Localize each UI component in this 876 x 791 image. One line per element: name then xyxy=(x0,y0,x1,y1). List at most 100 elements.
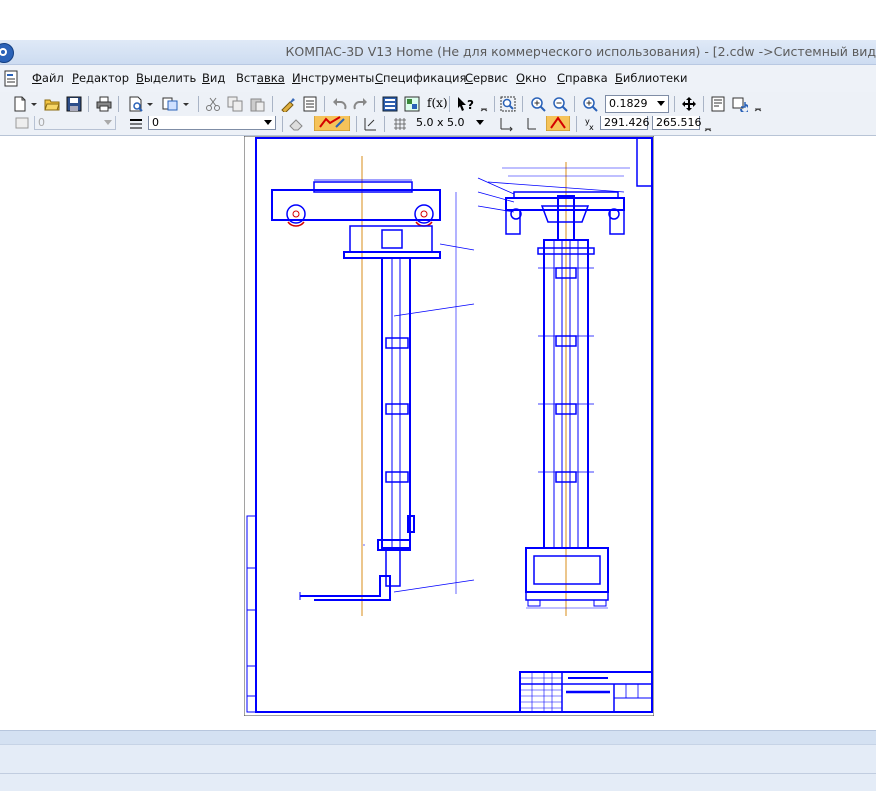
grid-step-select[interactable]: 5.0 x 5.0 xyxy=(412,116,488,130)
svg-text:?: ? xyxy=(467,98,474,112)
redo-icon[interactable] xyxy=(352,96,368,112)
menu-libraries[interactable]: Библиотеки xyxy=(615,71,688,85)
manager-icon[interactable] xyxy=(162,96,178,112)
menu-specification-label: пецификация xyxy=(383,71,467,85)
layer-select-dropdown-icon xyxy=(104,120,112,125)
menu-edit-label: едактор xyxy=(78,71,129,85)
toolbar-separator xyxy=(88,96,89,112)
toolbar-separator xyxy=(282,116,283,132)
toolbar-separator xyxy=(272,96,273,112)
toolbar-separator xyxy=(384,116,385,132)
menu-view-label: ид xyxy=(209,71,226,85)
menu-specification[interactable]: Спецификация xyxy=(375,71,466,85)
toolbar-overflow-icon[interactable] xyxy=(704,118,712,134)
toolbar-overflow-icon[interactable] xyxy=(754,96,762,112)
document-menu-icon[interactable] xyxy=(2,70,20,88)
menu-insert-label: авка xyxy=(256,71,285,85)
manager-dropdown-icon[interactable] xyxy=(182,96,190,112)
layer-state-icon[interactable] xyxy=(14,116,30,132)
toolbar-separator xyxy=(374,96,375,112)
menu-file[interactable]: Файл xyxy=(32,71,64,85)
refresh-view-icon[interactable] xyxy=(710,96,726,112)
new-document-icon[interactable] xyxy=(12,96,28,112)
coordinate-y-value: 265.516 xyxy=(656,116,702,129)
menu-libraries-label: иблиотеки xyxy=(622,71,688,85)
toolbar-separator xyxy=(449,96,450,112)
print-icon[interactable] xyxy=(96,96,112,112)
grid-icon[interactable] xyxy=(392,116,408,132)
menu-view[interactable]: Вид xyxy=(202,71,225,85)
layer-select[interactable]: 0 xyxy=(34,116,116,130)
coordinate-x-field[interactable]: 291.426 xyxy=(600,116,650,130)
menu-select[interactable]: Выделить xyxy=(136,71,196,85)
toolbar-separator xyxy=(522,96,523,112)
menu-window-hotkey: О xyxy=(516,71,526,85)
toolbar-overflow-icon[interactable] xyxy=(480,96,488,112)
menu-service-label: ервис xyxy=(473,71,508,85)
snap-toggle-icon[interactable] xyxy=(546,116,570,131)
copy-properties-icon[interactable] xyxy=(280,96,296,112)
standard-toolbar: f(x) ? 0.1829 xyxy=(0,92,876,116)
clear-icon[interactable] xyxy=(288,116,304,132)
help-pointer-icon[interactable]: ? xyxy=(456,96,476,112)
toolbar-separator xyxy=(198,96,199,112)
cut-icon[interactable] xyxy=(205,96,221,112)
style-icon[interactable] xyxy=(128,116,144,132)
copy-icon[interactable] xyxy=(227,96,243,112)
regenerate-icon[interactable] xyxy=(732,96,748,112)
svg-text:x: x xyxy=(589,123,594,132)
local-cs-icon[interactable] xyxy=(498,116,514,132)
variables-icon[interactable] xyxy=(404,96,420,112)
toolbar-separator xyxy=(576,116,577,132)
menu-window[interactable]: Окно xyxy=(516,71,547,85)
new-document-dropdown-icon[interactable] xyxy=(30,96,38,112)
sheet-frame xyxy=(244,136,654,716)
menu-libraries-hotkey: Б xyxy=(615,71,623,85)
undo-icon[interactable] xyxy=(332,96,348,112)
round-off-toggle-icon[interactable] xyxy=(314,116,350,131)
ortho-icon[interactable] xyxy=(362,116,378,132)
kompas-app-icon[interactable] xyxy=(0,43,14,63)
zoom-out-icon[interactable] xyxy=(552,96,568,112)
toolbar-separator xyxy=(494,96,495,112)
zoom-in-icon[interactable] xyxy=(530,96,546,112)
menu-edit[interactable]: Редактор xyxy=(72,71,129,85)
menu-help-label: правка xyxy=(565,71,608,85)
zoom-scale-select[interactable]: 0.1829 xyxy=(605,95,669,113)
save-icon[interactable] xyxy=(66,96,82,112)
menu-service-hotkey: С xyxy=(465,71,474,85)
style-select[interactable]: 0 xyxy=(148,116,276,130)
paste-icon[interactable] xyxy=(249,96,265,112)
snap-icon[interactable] xyxy=(524,116,540,132)
pan-icon[interactable] xyxy=(681,96,697,112)
properties-icon[interactable] xyxy=(302,96,318,112)
menu-view-hotkey: В xyxy=(202,71,210,85)
coordinate-y-field[interactable]: 265.516 xyxy=(652,116,702,130)
zoom-window-icon[interactable] xyxy=(500,96,516,112)
menu-select-hotkey: В xyxy=(136,71,144,85)
menu-tools-label: нструменты xyxy=(300,71,375,85)
menu-insert[interactable]: Вставка xyxy=(236,71,285,85)
status-bar xyxy=(0,730,876,745)
menu-service[interactable]: Сервис xyxy=(465,71,508,85)
tree-panel-icon[interactable] xyxy=(382,96,398,112)
preview-dropdown-icon[interactable] xyxy=(146,96,154,112)
style-select-dropdown-icon xyxy=(264,120,272,125)
window-title: КОМПАС-3D V13 Home (Не для коммерческого… xyxy=(285,44,876,59)
current-state-toolbar: 0 0 5.0 x 5.0 yx 291.426 265.516 xyxy=(0,116,876,136)
zoom-scale-icon[interactable] xyxy=(582,96,598,112)
menu-tools[interactable]: Инструменты xyxy=(292,71,374,85)
toolbar-separator xyxy=(324,96,325,112)
style-select-value: 0 xyxy=(152,116,159,129)
print-preview-icon[interactable] xyxy=(128,96,144,112)
layer-select-value: 0 xyxy=(38,116,45,129)
open-folder-icon[interactable] xyxy=(44,96,60,112)
menu-help-hotkey: С xyxy=(557,71,566,85)
menu-edit-hotkey: Р xyxy=(72,71,79,85)
menu-help[interactable]: Справка xyxy=(557,71,608,85)
grid-step-value: 5.0 x 5.0 xyxy=(416,116,465,129)
coordinate-x-value: 291.426 xyxy=(604,116,650,129)
menu-specification-hotkey: С xyxy=(375,71,384,85)
fx-button[interactable]: f(x) xyxy=(427,96,448,110)
drawing-sheet[interactable] xyxy=(244,136,654,716)
